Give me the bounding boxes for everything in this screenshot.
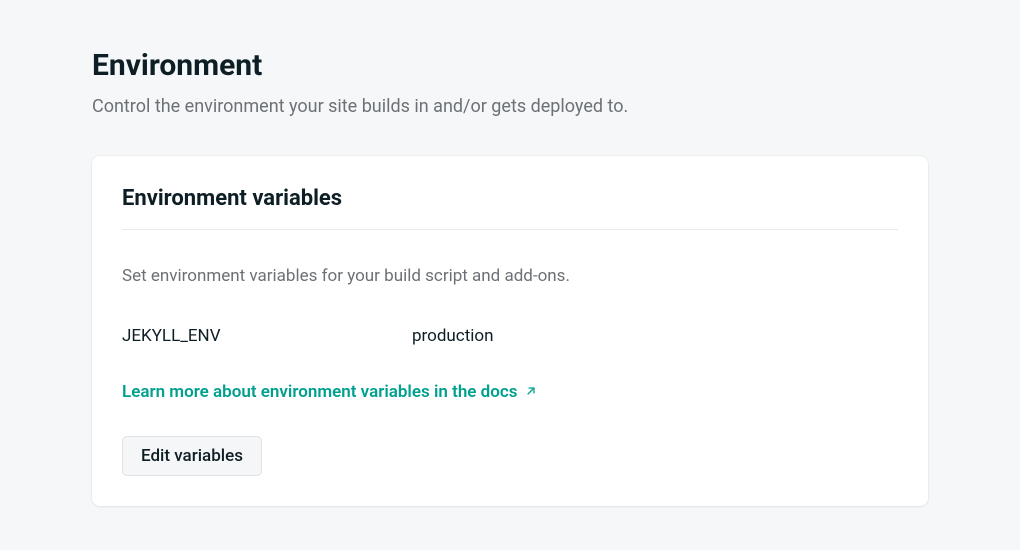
edit-variables-button[interactable]: Edit variables — [122, 436, 262, 476]
docs-link-label: Learn more about environment variables i… — [122, 382, 517, 402]
card-description: Set environment variables for your build… — [122, 264, 898, 290]
env-var-key: JEKYLL_ENV — [122, 326, 412, 346]
env-var-value: production — [412, 326, 493, 346]
external-link-icon — [525, 382, 537, 402]
settings-container: Environment Control the environment your… — [0, 0, 1020, 506]
card-title: Environment variables — [122, 186, 898, 230]
page-title: Environment — [92, 48, 928, 83]
page-subtitle: Control the environment your site builds… — [92, 93, 928, 120]
env-variables-card: Environment variables Set environment va… — [92, 156, 928, 506]
docs-link[interactable]: Learn more about environment variables i… — [122, 382, 537, 402]
env-row: JEKYLL_ENV production — [122, 326, 898, 346]
